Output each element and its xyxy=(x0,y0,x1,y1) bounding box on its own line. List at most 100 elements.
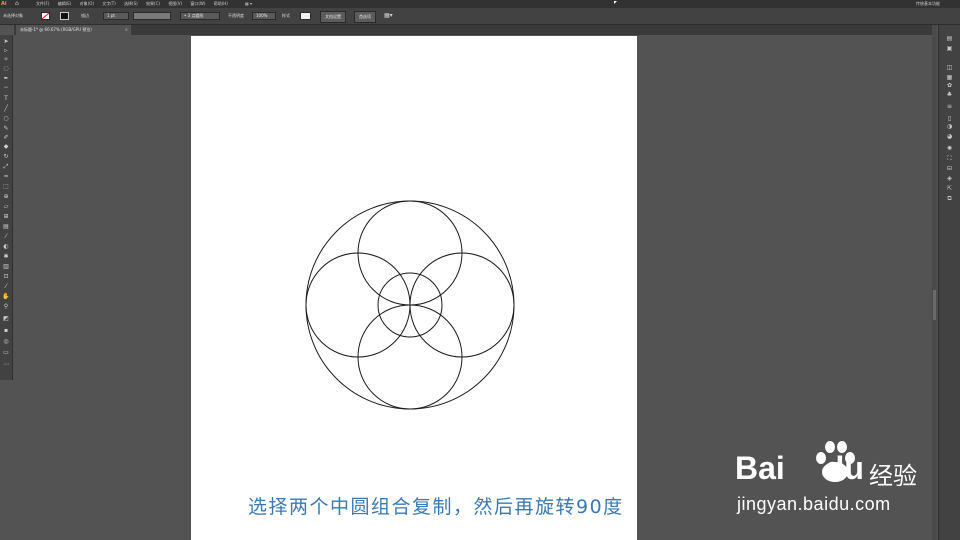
document-tab[interactable]: 未标题-1* @ 66.67% (RGB/GPU 预览) × xyxy=(16,25,131,35)
menu-window[interactable]: 窗口(W) xyxy=(190,1,205,6)
lasso-tool-icon[interactable]: ◌ xyxy=(2,65,10,72)
workspace-name[interactable]: 传统基本功能 xyxy=(916,0,940,8)
export-panel-icon[interactable]: ⇱ xyxy=(945,185,954,192)
baidu-jingyan-watermark: Baidu 经验 jingyan.baidu.com xyxy=(735,436,925,518)
mesh-tool-icon[interactable]: ⊞ xyxy=(2,213,10,220)
properties-panel-icon[interactable]: ▤ xyxy=(945,35,954,42)
eraser-tool-icon[interactable]: ◆ xyxy=(2,143,10,150)
menu-list: 文件(F) 编辑(E) 对象(O) 文字(T) 选择(S) 效果(C) 视图(V… xyxy=(36,0,235,8)
artboard-tool-icon[interactable]: ⊡ xyxy=(2,273,10,280)
layers-panel-icon[interactable]: ◈ xyxy=(945,175,954,182)
curvature-tool-icon[interactable]: ∽ xyxy=(2,84,10,91)
symbols-panel-icon[interactable]: ♣ xyxy=(945,91,954,98)
menu-object[interactable]: 对象(O) xyxy=(80,1,94,6)
free-transform-tool-icon[interactable]: ⬚ xyxy=(2,183,10,190)
paw-logo-icon xyxy=(816,441,855,482)
symbol-sprayer-tool-icon[interactable]: ✱ xyxy=(2,253,10,260)
none-fill-icon xyxy=(42,13,49,19)
slice-tool-icon[interactable]: ⁄ xyxy=(2,283,10,290)
mouse-cursor-icon xyxy=(614,1,617,4)
perspective-grid-tool-icon[interactable]: ▱ xyxy=(2,203,10,210)
zoom-tool-icon[interactable]: ⚲ xyxy=(2,303,10,310)
variable-width-profile[interactable] xyxy=(133,12,171,20)
control-bar: 未选择对象 描边 1 pt • 3 点圆形 不透明度 100% 样式 文档设置 … xyxy=(0,8,960,25)
line-tool-icon[interactable]: ╱ xyxy=(2,105,10,112)
fill-swatch[interactable] xyxy=(41,12,50,20)
appearance-panel-icon[interactable]: ◕ xyxy=(945,133,954,140)
right-circle[interactable] xyxy=(409,252,515,358)
stroke-weight-field[interactable]: 1 pt xyxy=(103,12,129,20)
hand-tool-icon[interactable]: ✋ xyxy=(2,293,10,300)
magic-wand-tool-icon[interactable]: ✧ xyxy=(2,56,10,63)
tutorial-caption: 选择两个中圆组合复制，然后再旋转90度 xyxy=(248,496,624,518)
graphic-style-swatch[interactable] xyxy=(300,12,311,20)
menu-bar: Ai ⌂ 文件(F) 编辑(E) 对象(O) 文字(T) 选择(S) 效果(C)… xyxy=(0,0,960,8)
scrollbar-thumb[interactable] xyxy=(933,290,936,320)
menu-file[interactable]: 文件(F) xyxy=(36,1,49,6)
drawing-mode-icon[interactable]: ◎ xyxy=(2,338,10,345)
menu-type[interactable]: 文字(T) xyxy=(102,1,116,6)
document-setup-button[interactable]: 文档设置 xyxy=(320,11,346,23)
selection-status: 未选择对象 xyxy=(3,13,23,18)
menu-select[interactable]: 选择(S) xyxy=(124,1,138,6)
top-circle[interactable] xyxy=(357,200,463,306)
style-label: 样式 xyxy=(282,13,290,18)
gradient-panel-icon[interactable]: ▯ xyxy=(945,115,954,122)
selection-tool-icon[interactable]: ➤ xyxy=(2,38,10,45)
transparency-panel-icon[interactable]: ◑ xyxy=(945,123,954,130)
graph-tool-icon[interactable]: ▥ xyxy=(2,263,10,270)
swatches-panel-icon[interactable]: ▦ xyxy=(945,74,954,81)
brush-definition[interactable]: • 3 点圆形 xyxy=(180,12,220,20)
circle-artwork xyxy=(305,200,515,410)
fill-stroke-swatches-icon[interactable]: ◩ xyxy=(2,315,10,322)
menu-help[interactable]: 帮助(H) xyxy=(214,1,228,6)
shaper-tool-icon[interactable]: ✐ xyxy=(2,134,10,141)
menu-view[interactable]: 视图(V) xyxy=(168,1,182,6)
canvas-scrollbar[interactable] xyxy=(932,25,937,540)
artboard[interactable] xyxy=(191,36,637,540)
more-tools-icon[interactable]: ⋯ xyxy=(2,361,10,368)
libraries-panel-icon[interactable]: ▣ xyxy=(945,45,954,52)
menu-edit[interactable]: 编辑(E) xyxy=(58,1,72,6)
type-tool-icon[interactable]: T xyxy=(2,95,10,102)
opacity-label: 不透明度 xyxy=(228,13,244,18)
artboards-panel-icon[interactable]: ⧉ xyxy=(945,195,954,202)
paintbrush-tool-icon[interactable]: ✎ xyxy=(2,125,10,132)
stroke-label: 描边 xyxy=(81,13,89,18)
tools-panel: ➤ ▹ ✧ ◌ ✒ ∽ T ╱ ○ ✎ ✐ ◆ ↻ ⤢ ≈ ⬚ ⊕ ▱ ⊞ ▤ … xyxy=(0,35,13,380)
width-tool-icon[interactable]: ≈ xyxy=(2,173,10,180)
brushes-panel-icon[interactable]: ✿ xyxy=(945,82,954,89)
shape-builder-tool-icon[interactable]: ⊕ xyxy=(2,193,10,200)
watermark-url: jingyan.baidu.com xyxy=(737,494,891,514)
blend-tool-icon[interactable]: ◐ xyxy=(2,243,10,250)
stroke-panel-icon[interactable]: ≡ xyxy=(945,103,954,110)
pen-tool-icon[interactable]: ✒ xyxy=(2,75,10,82)
watermark-cn: 经验 xyxy=(869,462,917,490)
gradient-tool-icon[interactable]: ▤ xyxy=(2,223,10,230)
close-tab-icon[interactable]: × xyxy=(125,25,128,35)
document-tab-row: 未标题-1* @ 66.67% (RGB/GPU 预览) × xyxy=(14,25,932,35)
screen-mode-icon[interactable]: ▭ xyxy=(2,349,10,356)
direct-selection-tool-icon[interactable]: ▹ xyxy=(2,47,10,54)
preferences-button[interactable]: 首选项 xyxy=(354,11,376,23)
workspace-switcher[interactable]: ▦ ▾ xyxy=(245,0,252,8)
graphic-styles-panel-icon[interactable]: ✺ xyxy=(945,145,954,152)
menu-effect[interactable]: 效果(C) xyxy=(146,1,160,6)
arrange-documents-icon[interactable]: ▦▾ xyxy=(384,8,393,24)
panel-dock: ▤ ▣ ◫ ▦ ✿ ♣ ≡ ▯ ◑ ◕ ✺ ⛶ ⊟ ◈ ⇱ ⧉ xyxy=(938,25,960,540)
home-icon[interactable]: ⌂ xyxy=(15,0,21,8)
document-tab-title: 未标题-1* @ 66.67% (RGB/GPU 预览) xyxy=(20,27,92,32)
app-logo: Ai xyxy=(1,1,7,7)
bottom-circle[interactable] xyxy=(357,304,463,410)
rotate-tool-icon[interactable]: ↻ xyxy=(2,153,10,160)
color-mode-icon[interactable]: ▪ xyxy=(2,327,10,334)
ellipse-tool-icon[interactable]: ○ xyxy=(2,115,10,122)
links-panel-icon[interactable]: ⊟ xyxy=(945,165,954,172)
opacity-field[interactable]: 100% xyxy=(252,12,276,20)
scale-tool-icon[interactable]: ⤢ xyxy=(2,163,10,170)
left-circle[interactable] xyxy=(305,252,411,358)
eyedropper-tool-icon[interactable]: ⁄ xyxy=(2,233,10,240)
image-trace-panel-icon[interactable]: ⛶ xyxy=(945,155,954,162)
color-panel-icon[interactable]: ◫ xyxy=(945,64,954,71)
stroke-swatch[interactable] xyxy=(60,12,69,20)
